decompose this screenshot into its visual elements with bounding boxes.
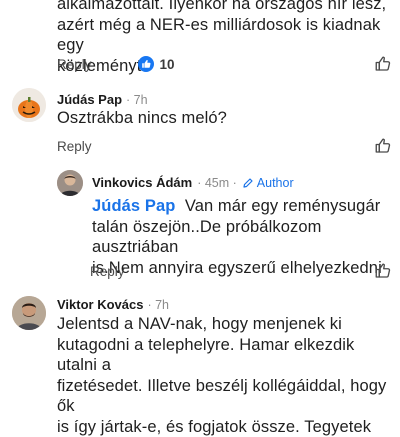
reply-actions: Reply — [90, 262, 392, 280]
comment-2-text: Osztrákba nincs meló? — [57, 108, 227, 129]
avatar[interactable] — [12, 88, 46, 122]
author-badge-label: Author — [257, 176, 294, 190]
comment-3-line: is így jártak-e, és fogjatok össze. Tegy… — [57, 417, 397, 437]
pencil-icon — [242, 177, 254, 189]
reply-line: Van már egy reménysugár — [185, 197, 381, 215]
comment-2-actions: Reply — [57, 137, 392, 155]
comment-author[interactable]: Viktor Kovács — [57, 297, 143, 312]
thumbs-up-icon[interactable] — [374, 55, 392, 73]
user-photo-avatar-image — [12, 296, 46, 330]
like-badge-icon — [138, 56, 154, 72]
comment-1-actions: Reply 10 — [57, 55, 392, 73]
reply-header: Vinkovics Ádám · 45m · Author — [92, 175, 294, 190]
comment-1-line: azért még a NER-es milliárdosok is kiadn… — [57, 15, 397, 56]
comment-3-line: Jelentsd a NAV-nak, hogy menjenek ki — [57, 314, 397, 335]
comment-time: · 45m · — [197, 176, 237, 190]
comment-2-header: Júdás Pap · 7h — [57, 92, 148, 107]
reply-line: talán öszejön..De próbálkozom ausztriába… — [92, 217, 397, 258]
reply-button[interactable]: Reply — [57, 57, 92, 72]
comment-3-line: kutagodni a telephelyre. Hamar elkezdik … — [57, 335, 397, 376]
pumpkin-avatar-image — [12, 88, 46, 122]
comment-1-line: alkalmazottait. Ilyenkor na országos hír… — [57, 0, 397, 15]
thumbs-up-icon[interactable] — [374, 262, 392, 280]
comment-3-text: Jelentsd a NAV-nak, hogy menjenek ki kut… — [57, 314, 397, 437]
reply-button[interactable]: Reply — [57, 139, 92, 154]
user-photo-avatar-image — [57, 170, 83, 196]
author-badge: Author — [242, 176, 294, 190]
comment-3-header: Viktor Kovács · 7h — [57, 297, 169, 312]
thumbs-up-icon[interactable] — [374, 137, 392, 155]
comment-time: · 7h — [147, 298, 169, 312]
comment-time: · 7h — [126, 93, 148, 107]
comment-author[interactable]: Júdás Pap — [57, 92, 122, 107]
avatar[interactable] — [12, 296, 46, 330]
reply-button[interactable]: Reply — [90, 264, 125, 279]
mention-link[interactable]: Júdás Pap — [92, 197, 175, 215]
avatar[interactable] — [57, 170, 83, 196]
like-count: 10 — [160, 57, 175, 72]
comment-author[interactable]: Vinkovics Ádám — [92, 175, 192, 190]
like-reaction[interactable]: 10 — [138, 56, 175, 72]
comment-3-line: fizetésedet. Illetve beszélj kollégáidda… — [57, 376, 397, 417]
